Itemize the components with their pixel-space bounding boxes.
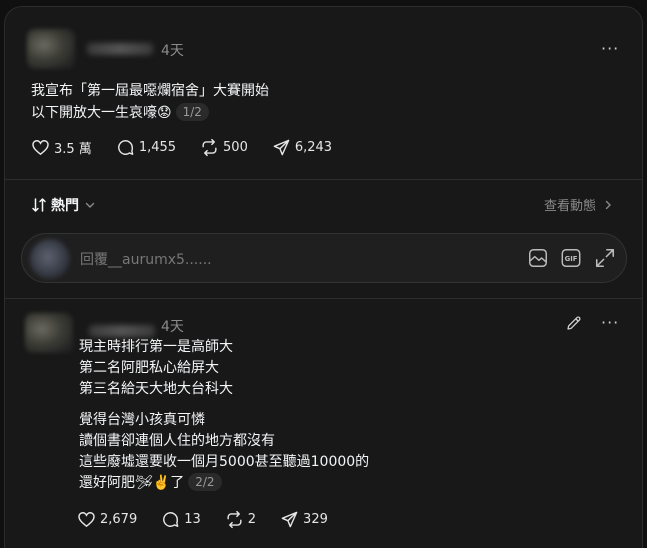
post-like-button[interactable]: 3.5 萬	[31, 138, 92, 157]
post-repost-button[interactable]: 500	[200, 138, 248, 157]
comment-para-2-line-2: 讀個書卻連個人住的地方都沒有	[79, 433, 275, 449]
gif-icon[interactable]: GIF	[560, 247, 582, 269]
divider-bottom	[5, 298, 642, 299]
comment-para-2-line-4-content: 還好阿肥🛩✌️了	[79, 475, 185, 491]
comment-more-icon[interactable]: ···	[601, 313, 619, 332]
post-comment-count: 1,455	[138, 140, 177, 155]
repost-icon	[227, 510, 242, 529]
view-activity-label: 查看動態	[544, 199, 597, 214]
comment-para-2-line-4: 還好阿肥🛩✌️了 2/2	[79, 473, 222, 494]
comment-like-count: 2,679	[100, 512, 138, 527]
heart-icon	[32, 140, 49, 156]
view-activity-link[interactable]: 查看動態	[544, 195, 614, 214]
sort-arrows-icon	[32, 198, 46, 212]
post-like-count: 3.5 萬	[54, 142, 92, 157]
divider-top	[5, 179, 642, 180]
comment-repost-count: 2	[247, 512, 257, 527]
comment-share-count: 329	[303, 512, 328, 527]
post-more-icon[interactable]: ···	[601, 39, 619, 58]
sort-label: 熱門	[51, 198, 79, 214]
post-avatar[interactable]	[27, 29, 75, 69]
comment-icon	[117, 140, 134, 155]
comment-para-1-line-1: 現主時排行第一是高師大	[79, 339, 233, 355]
comment-repost-button[interactable]: 2	[225, 510, 256, 529]
comment-para-1-line-2: 第二名阿肥私心給屏大	[79, 360, 219, 376]
share-icon	[273, 139, 290, 156]
heart-icon	[78, 512, 95, 528]
repost-icon	[202, 138, 217, 157]
post-comment-button[interactable]: 1,455	[116, 138, 176, 157]
comment-para-1-line-3: 第三名給天大地大台科大	[79, 381, 233, 397]
reply-input[interactable]: 回覆__aurumx5...... GIF	[21, 233, 627, 283]
post-page-indicator: 1/2	[175, 103, 209, 121]
post-text-line-1: 我宣布「第一屆最噁爛宿舍」大賽開始	[31, 83, 269, 99]
edit-icon[interactable]	[565, 314, 583, 332]
post-text-line-2: 以下開放大一生哀嚎😟 1/2	[31, 103, 209, 124]
comment-avatar[interactable]	[25, 313, 73, 353]
comment-para-2-line-3: 這些廢墟還要收一個月5000甚至聽過10000的	[79, 454, 370, 470]
share-icon	[281, 511, 298, 528]
comment-actions: 2,679 13 2 329	[77, 510, 352, 529]
post-repost-count: 500	[223, 140, 248, 155]
sort-dropdown[interactable]: 熱門	[31, 195, 96, 215]
post-share-button[interactable]: 6,243	[272, 138, 332, 157]
post-actions: 3.5 萬 1,455 500 6,243	[31, 138, 356, 157]
comment-comment-count: 13	[184, 512, 201, 527]
comment-like-button[interactable]: 2,679	[77, 510, 137, 529]
comment-icon	[163, 512, 179, 527]
image-icon[interactable]	[527, 247, 549, 269]
reply-placeholder: 回覆__aurumx5......	[80, 252, 212, 268]
comment-comment-button[interactable]: 13	[161, 510, 201, 529]
comment-share-button[interactable]: 329	[280, 510, 328, 529]
comment-page-indicator: 2/2	[188, 473, 222, 491]
svg-text:GIF: GIF	[565, 255, 578, 263]
comment-time: 4天	[161, 319, 184, 335]
comment-username[interactable]	[89, 325, 155, 337]
comment-para-2-line-1: 覺得台灣小孩真可憐	[79, 412, 205, 428]
expand-icon[interactable]	[594, 247, 616, 269]
chevron-right-icon	[605, 200, 612, 209]
post-username[interactable]	[87, 43, 153, 55]
chevron-down-icon	[85, 202, 95, 208]
reply-avatar	[30, 239, 70, 279]
post-text-line-2-content: 以下開放大一生哀嚎😟	[31, 105, 172, 121]
thread-card: 4天 ··· 我宣布「第一屆最噁爛宿舍」大賽開始 以下開放大一生哀嚎😟 1/2 3…	[4, 6, 643, 548]
post-share-count: 6,243	[294, 140, 333, 155]
post-time: 4天	[161, 43, 184, 59]
